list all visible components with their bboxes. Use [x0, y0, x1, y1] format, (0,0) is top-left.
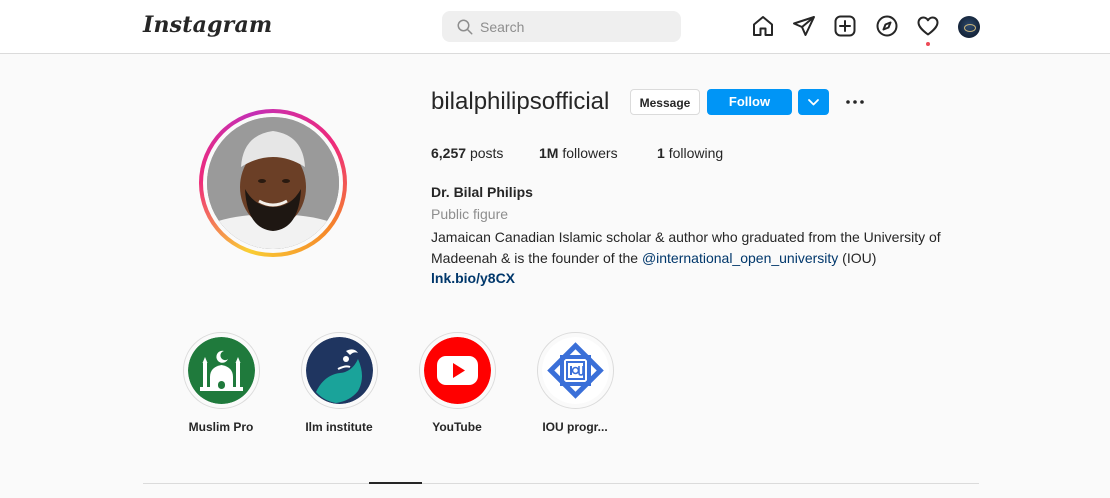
posts-count: 6,257 posts [431, 145, 503, 161]
search-box[interactable] [442, 11, 681, 42]
bio-text: Madeenah & is the founder of the [431, 250, 642, 266]
follow-button[interactable]: Follow [707, 89, 792, 115]
following-label: following [668, 145, 724, 161]
home-icon[interactable] [751, 14, 775, 38]
suggested-accounts-button[interactable] [798, 89, 829, 115]
profile-picture-story-ring[interactable] [199, 109, 347, 257]
top-navigation-bar: Instagram [0, 0, 1110, 54]
highlight-iou-programs[interactable]: IOU progr... [535, 332, 615, 434]
more-options-icon[interactable] [843, 90, 867, 114]
iou-logo-icon [541, 337, 609, 404]
profile-full-name: Dr. Bilal Philips [431, 184, 533, 200]
activity-heart-icon[interactable] [916, 14, 940, 38]
bio-text-suffix: (IOU) [838, 250, 877, 266]
search-icon [457, 19, 473, 35]
active-tab-indicator [369, 482, 422, 484]
highlight-youtube[interactable]: YouTube [417, 332, 497, 434]
highlight-muslim-pro[interactable]: Muslim Pro [181, 332, 261, 434]
highlight-ring [300, 332, 378, 409]
youtube-play-icon [423, 337, 491, 404]
bio-mention-link[interactable]: @international_open_university [642, 250, 838, 266]
profile-website-link[interactable]: lnk.bio/y8CX [431, 270, 515, 286]
instagram-logo[interactable]: Instagram [143, 12, 272, 38]
chevron-down-icon [808, 99, 819, 106]
highlight-ring [418, 332, 496, 409]
bio-line-1: Jamaican Canadian Islamic scholar & auth… [431, 229, 941, 245]
followers-label: followers [562, 145, 618, 161]
highlight-ring [536, 332, 614, 409]
bio-line-2: Madeenah & is the founder of the @intern… [431, 249, 876, 267]
highlight-label: Ilm institute [305, 420, 373, 434]
following-value: 1 [657, 145, 665, 161]
profile-picture-gap [203, 113, 343, 253]
new-post-icon[interactable] [833, 14, 857, 38]
following-count[interactable]: 1 following [657, 145, 723, 161]
posts-value: 6,257 [431, 145, 467, 161]
profile-avatar[interactable] [958, 16, 980, 38]
highlight-ilm-institute[interactable]: Ilm institute [299, 332, 379, 434]
highlight-label: IOU progr... [542, 420, 608, 434]
highlight-label: YouTube [432, 420, 482, 434]
ilm-institute-logo-icon [305, 337, 373, 404]
search-input[interactable] [480, 11, 670, 42]
highlight-ring [182, 332, 260, 409]
profile-picture [207, 117, 339, 249]
highlight-label: Muslim Pro [188, 420, 254, 434]
profile-category: Public figure [431, 206, 509, 222]
posts-label: posts [469, 145, 504, 161]
explore-icon[interactable] [875, 14, 899, 38]
profile-username: bilalphilipsofficial [431, 88, 610, 115]
followers-value: 1M [539, 145, 559, 161]
followers-count[interactable]: 1M followers [539, 145, 618, 161]
tabs-divider [143, 483, 979, 484]
notification-dot [926, 42, 930, 46]
muslim-pro-mosque-icon [187, 337, 255, 404]
message-button[interactable]: Message [630, 89, 700, 115]
direct-message-icon[interactable] [792, 14, 816, 38]
